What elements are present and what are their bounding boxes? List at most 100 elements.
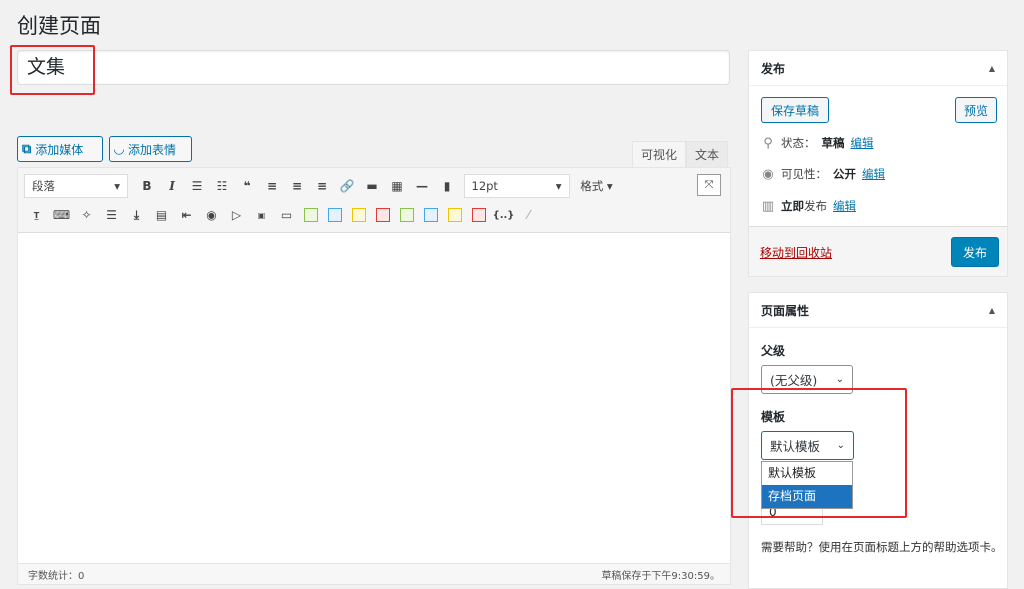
numbered-list-icon[interactable]: ☷ [211, 175, 233, 197]
title-icon[interactable]: T̲ [26, 204, 48, 226]
visibility-value: 公开 [833, 167, 856, 181]
template-label: 模板 [761, 410, 786, 424]
template-select-value: 默认模板 [770, 439, 821, 454]
schedule-prefix: 立即 [781, 199, 804, 213]
template-dropdown-list: 默认模板 存档页面 [761, 461, 853, 509]
format-select-value: 段落 [32, 179, 55, 193]
add-media-label: 添加媒体 [35, 142, 84, 157]
post-title-input[interactable]: 文集 [17, 50, 730, 85]
page-attributes-header[interactable]: 页面属性 ▲ [749, 293, 1007, 328]
bullet-list-icon[interactable]: ☰ [186, 175, 208, 197]
chevron-down-icon: ⌄ [836, 440, 845, 451]
page-title: 创建页面 [17, 14, 101, 38]
template-option-selected[interactable]: 存档页面 [762, 485, 852, 508]
preview-button[interactable]: 预览 [955, 97, 997, 123]
format-select[interactable]: 段落 ▾ [24, 174, 128, 198]
align-right-icon[interactable]: ≡ [311, 175, 333, 197]
page-attributes-title: 页面属性 [761, 303, 810, 318]
tab-text[interactable]: 文本 [686, 141, 729, 167]
read-more-icon[interactable]: ▬ [361, 175, 383, 197]
keyboard-icon[interactable]: ⌨ [51, 204, 73, 226]
page-attributes-box: 页面属性 ▲ 父级 (无父级) ⌄ 模板 默认模板 ⌄ 0 默认模板 存档页面 … [748, 292, 1008, 589]
link-icon[interactable]: 🔗 [336, 175, 358, 197]
edit-status-link[interactable]: 编辑 [851, 135, 874, 151]
chevron-down-icon: ▾ [114, 179, 120, 193]
smile-icon: ◡ [114, 141, 124, 157]
eye-icon: ◉ [762, 166, 774, 182]
parent-select[interactable]: (无父级) ⌄ [761, 365, 853, 394]
blockquote-icon[interactable]: ❝ [236, 175, 258, 197]
add-emoji-button[interactable]: ◡ 添加表情 [109, 136, 192, 162]
form-icon[interactable]: ▤ [151, 204, 173, 226]
italic-icon[interactable]: I [161, 175, 183, 197]
video-play-icon[interactable]: ▷ [226, 204, 248, 226]
publish-button[interactable]: 发布 [951, 237, 999, 267]
template-select[interactable]: 默认模板 ⌄ [761, 431, 854, 460]
pin-icon[interactable]: ✧ [76, 204, 98, 226]
save-draft-button[interactable]: 保存草稿 [761, 97, 829, 123]
collapse-arrow-icon[interactable]: ▲ [989, 306, 995, 315]
status-value: 草稿 [821, 136, 845, 150]
horizontal-line-icon[interactable]: — [411, 175, 433, 197]
visibility-label: 可见性： [781, 167, 827, 181]
blue-list-icon[interactable] [424, 208, 438, 222]
word-count: 字数统计：0 [28, 570, 85, 582]
schedule-row: ▥ 立即发布 编辑 [761, 198, 856, 214]
green-list-icon[interactable] [400, 208, 414, 222]
chevron-down-icon: ⌄ [835, 374, 844, 385]
parent-label: 父级 [761, 344, 786, 358]
blue-box-icon[interactable] [328, 208, 342, 222]
media-icon: ⧉ [22, 141, 32, 157]
help-text: 需要帮助？使用在页面标题上方的帮助选项卡。 [761, 540, 1003, 554]
green-box-icon[interactable] [304, 208, 318, 222]
pin-icon: ⚲ [763, 135, 773, 151]
autosave-status: 草稿保存于下午9:30:59。 [601, 570, 720, 582]
tab-visual[interactable]: 可视化 [632, 141, 687, 167]
align-left-icon[interactable]: ≡ [261, 175, 283, 197]
collapse-arrow-icon[interactable]: ▲ [989, 64, 995, 73]
status-row: ⚲ 状态： 草稿 编辑 [761, 135, 874, 151]
yellow-list-icon[interactable] [448, 208, 462, 222]
add-emoji-label: 添加表情 [128, 142, 177, 157]
visibility-row: ◉ 可见性： 公开 编辑 [761, 166, 885, 182]
align-center-icon[interactable]: ≡ [286, 175, 308, 197]
template-option[interactable]: 默认模板 [762, 462, 852, 485]
content-editor: 段落 ▾ B I ☰ ☷ ❝ ≡ ≡ ≡ 🔗 ▬ ▦ — ▮ 12pt ▾ 格式… [17, 167, 731, 585]
editor-toolbar: 段落 ▾ B I ☰ ☷ ❝ ≡ ≡ ≡ 🔗 ▬ ▦ — ▮ 12pt ▾ 格式… [18, 168, 730, 233]
font-size-value: 12pt [471, 179, 498, 193]
editor-status-bar: 字数统计：0 草稿保存于下午9:30:59。 [18, 563, 730, 584]
youtube-icon[interactable]: ▣ [251, 204, 273, 226]
outdent-icon[interactable]: ⇤ [176, 204, 198, 226]
tv-icon[interactable]: ▭ [276, 204, 298, 226]
styles-menu[interactable]: 格式 ▾ [574, 175, 620, 197]
editor-content-area[interactable] [18, 233, 730, 563]
publish-box-title: 发布 [761, 61, 786, 76]
yellow-box-icon[interactable] [352, 208, 366, 222]
styles-label: 格式 [580, 179, 604, 193]
publish-box: 发布 ▲ 保存草稿 预览 ⚲ 状态： 草稿 编辑 ◉ 可见性： 公开 编辑 ▥ … [748, 50, 1008, 277]
bold-icon[interactable]: B [136, 175, 158, 197]
status-label: 状态： [781, 136, 816, 150]
move-to-trash-link[interactable]: 移动到回收站 [760, 244, 832, 261]
red-box-icon[interactable] [376, 208, 390, 222]
edit-schedule-link[interactable]: 编辑 [833, 198, 856, 214]
font-size-select[interactable]: 12pt ▾ [463, 174, 570, 198]
schedule-suffix: 发布 [804, 199, 827, 213]
parent-select-value: (无父级) [770, 373, 818, 388]
code-icon[interactable]: {..} [493, 204, 515, 226]
fullscreen-icon[interactable]: ⤧ [697, 174, 721, 196]
add-media-button[interactable]: ⧉ 添加媒体 [17, 136, 103, 162]
paste-text-icon[interactable]: ▮ [436, 175, 458, 197]
publish-box-header[interactable]: 发布 ▲ [749, 51, 1007, 86]
stack-icon[interactable]: ☰ [101, 204, 123, 226]
netease-icon[interactable]: ◉ [201, 204, 223, 226]
toolbar-toggle-icon[interactable]: ▦ [386, 175, 408, 197]
download-icon[interactable]: ⤓ [126, 204, 148, 226]
calendar-icon: ▥ [761, 198, 775, 214]
clear-format-icon[interactable]: ⁄ [518, 204, 540, 226]
schedule-text: 立即发布 [781, 198, 827, 214]
chevron-down-icon: ▾ [555, 179, 562, 193]
edit-visibility-link[interactable]: 编辑 [862, 166, 885, 182]
publish-actions: 移动到回收站 发布 [749, 226, 1007, 276]
red-list-icon[interactable] [472, 208, 486, 222]
